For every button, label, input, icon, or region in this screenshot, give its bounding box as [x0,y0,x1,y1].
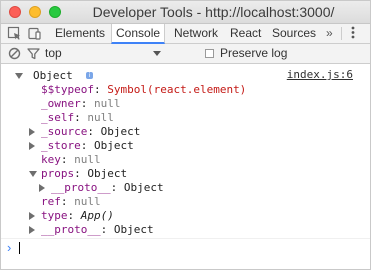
panel-tabs-bar: Elements Console Network React Sources » [1,24,370,44]
devtools-window: Developer Tools - http://localhost:3000/… [0,0,371,270]
property-row: $$typeof: Symbol(react.element) [41,83,247,96]
minimize-window-button[interactable] [29,6,41,18]
expand-triangle-icon[interactable] [29,171,37,177]
property-key: type [41,209,68,222]
property-row[interactable]: __proto__: Object [39,181,164,195]
property-row: _owner: null [41,97,121,110]
console-filter-bar: top Preserve log [1,44,370,64]
property-row[interactable]: __proto__: Object [29,223,154,237]
chevron-down-icon[interactable] [153,51,161,56]
source-link[interactable]: index.js:6 [287,68,353,81]
tab-console[interactable]: Console [111,24,166,44]
clear-console-icon[interactable] [7,46,22,61]
property-key: _store [41,139,81,152]
tab-network[interactable]: Network [170,24,222,43]
zoom-window-button[interactable] [49,6,61,18]
property-row[interactable]: type: App() [29,209,114,223]
device-toolbar-icon[interactable] [27,26,42,41]
property-row: ref: null [41,195,101,208]
property-key: _self [41,111,75,124]
property-key: __proto__ [41,223,101,236]
root-object-label[interactable]: Object [33,69,73,83]
expand-triangle-icon[interactable] [15,73,23,79]
expand-triangle-icon[interactable] [39,184,45,192]
expand-triangle-icon[interactable] [29,142,35,150]
property-value: Object [123,181,164,194]
property-row: key: null [41,153,101,166]
title-bar: Developer Tools - http://localhost:3000/ [1,1,370,24]
window-title: Developer Tools - http://localhost:3000/ [92,4,335,20]
property-value: null [87,111,114,124]
console-input[interactable] [19,242,20,254]
tab-elements[interactable]: Elements [51,24,109,43]
property-key: _source [41,125,88,138]
divider [1,238,370,239]
property-key: __proto__ [51,181,111,194]
property-value: null [94,97,121,110]
close-window-button[interactable] [9,6,21,18]
property-value: Object [100,125,141,138]
property-key: key [41,153,61,166]
console-prompt-icon: › [7,240,12,255]
property-row[interactable]: _source: Object [29,125,140,139]
more-tabs-button[interactable]: » [326,24,333,43]
property-value: null [74,195,101,208]
property-key: $$typeof [41,83,94,96]
property-value: Symbol(react.element) [107,83,247,96]
property-row: _self: null [41,111,114,124]
property-key: _owner [41,97,81,110]
expand-triangle-icon[interactable] [29,128,35,136]
expand-triangle-icon[interactable] [29,226,35,234]
property-value: App() [80,209,114,222]
property-value: Object [113,223,154,236]
inspect-icon[interactable] [7,26,22,41]
preserve-log-label[interactable]: Preserve log [220,44,287,63]
tab-react[interactable]: React [226,24,265,43]
property-value: Object [94,139,134,152]
console-output: Object i index.js:6 $$typeof: Symbol(rea… [1,64,370,269]
overflow-menu-icon[interactable] [351,26,355,39]
expand-triangle-icon[interactable] [29,212,35,220]
filter-icon[interactable] [26,46,41,61]
info-icon: i [86,72,93,79]
tab-sources[interactable]: Sources [268,24,320,43]
property-key: ref [41,195,61,208]
property-value: Object [87,167,128,180]
preserve-log-checkbox[interactable] [205,49,214,58]
property-row[interactable]: props: Object [29,167,127,181]
property-row[interactable]: _store: Object [29,139,134,153]
context-selector[interactable]: top [45,44,62,63]
property-value: null [74,153,101,166]
tabs-divider [341,27,342,40]
property-key: props [41,167,75,180]
